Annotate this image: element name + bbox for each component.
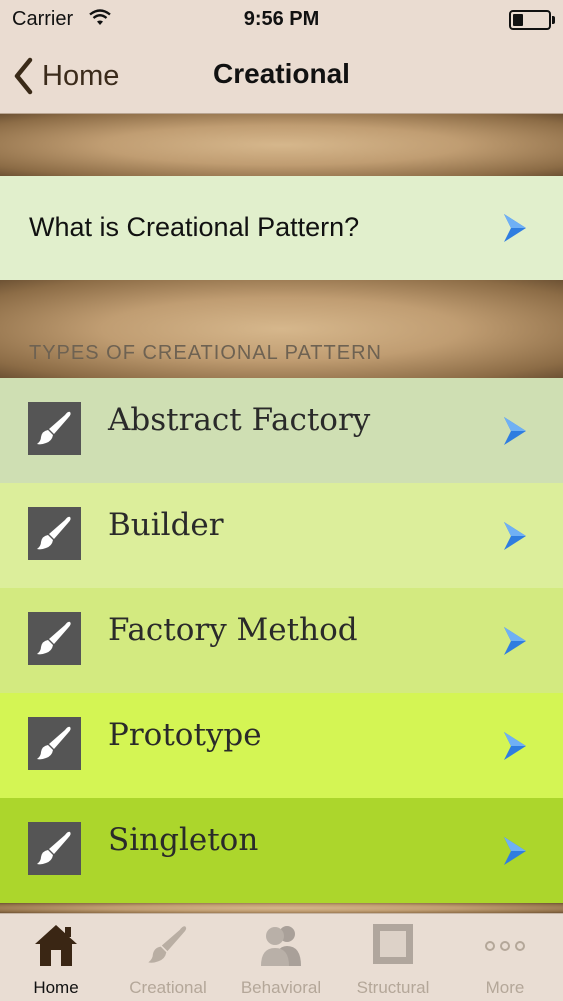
tab-label: Home xyxy=(33,978,79,997)
wood-divider xyxy=(0,114,563,176)
paintbrush-icon xyxy=(28,612,81,665)
pattern-row-abstract-factory[interactable]: Abstract Factory xyxy=(0,378,563,483)
chevron-right-icon xyxy=(504,417,526,445)
paintbrush-icon xyxy=(28,717,81,770)
chevron-right-icon xyxy=(504,214,526,242)
paintbrush-icon xyxy=(28,507,81,560)
paintbrush-icon xyxy=(148,926,187,963)
pattern-row-singleton[interactable]: Singleton xyxy=(0,798,563,903)
paintbrush-icon xyxy=(28,822,81,875)
tab-label: Behavioral xyxy=(240,978,322,997)
wood-divider xyxy=(0,903,563,913)
section-header-band: TYPES OF CREATIONAL PATTERN xyxy=(0,280,563,378)
chevron-right-icon xyxy=(504,627,526,655)
pattern-row-label: Builder xyxy=(108,507,224,543)
status-bar: Carrier 9:56 PM xyxy=(0,0,563,38)
house-icon xyxy=(35,925,77,966)
top-bar: Carrier 9:56 PM Home Creational xyxy=(0,0,563,114)
pattern-row-factory-method[interactable]: Factory Method xyxy=(0,588,563,693)
more-dots-icon xyxy=(485,941,525,951)
tab-more[interactable]: More xyxy=(449,914,561,1001)
chevron-right-icon xyxy=(504,522,526,550)
tab-label: Creational xyxy=(129,978,207,997)
pattern-row-builder[interactable]: Builder xyxy=(0,483,563,588)
frame-icon xyxy=(373,924,413,964)
pattern-row-label: Singleton xyxy=(108,822,259,858)
tab-creational[interactable]: Creational xyxy=(112,914,224,1001)
tab-label: More xyxy=(485,978,525,997)
tab-home[interactable]: Home xyxy=(0,914,112,1001)
paintbrush-icon xyxy=(28,402,81,455)
what-is-creational-label: What is Creational Pattern? xyxy=(29,212,360,242)
people-icon xyxy=(261,926,301,966)
what-is-creational-row[interactable]: What is Creational Pattern? xyxy=(0,176,563,280)
pattern-row-label: Prototype xyxy=(108,717,262,753)
section-header: TYPES OF CREATIONAL PATTERN xyxy=(29,342,382,364)
navigation-bar: Home Creational xyxy=(0,40,563,112)
battery-icon xyxy=(509,10,555,30)
pattern-row-label: Factory Method xyxy=(108,612,358,648)
chevron-right-icon xyxy=(504,837,526,865)
pattern-row-prototype[interactable]: Prototype xyxy=(0,693,563,798)
chevron-right-icon xyxy=(504,732,526,760)
tab-bar: Home Creational Behavioral Structural Mo… xyxy=(0,913,563,1001)
tab-behavioral[interactable]: Behavioral xyxy=(225,914,337,1001)
tab-label: Structural xyxy=(356,978,430,997)
page-title: Creational xyxy=(213,58,350,89)
clock: 9:56 PM xyxy=(243,8,320,30)
tab-structural[interactable]: Structural xyxy=(337,914,449,1001)
pattern-row-label: Abstract Factory xyxy=(108,402,371,438)
